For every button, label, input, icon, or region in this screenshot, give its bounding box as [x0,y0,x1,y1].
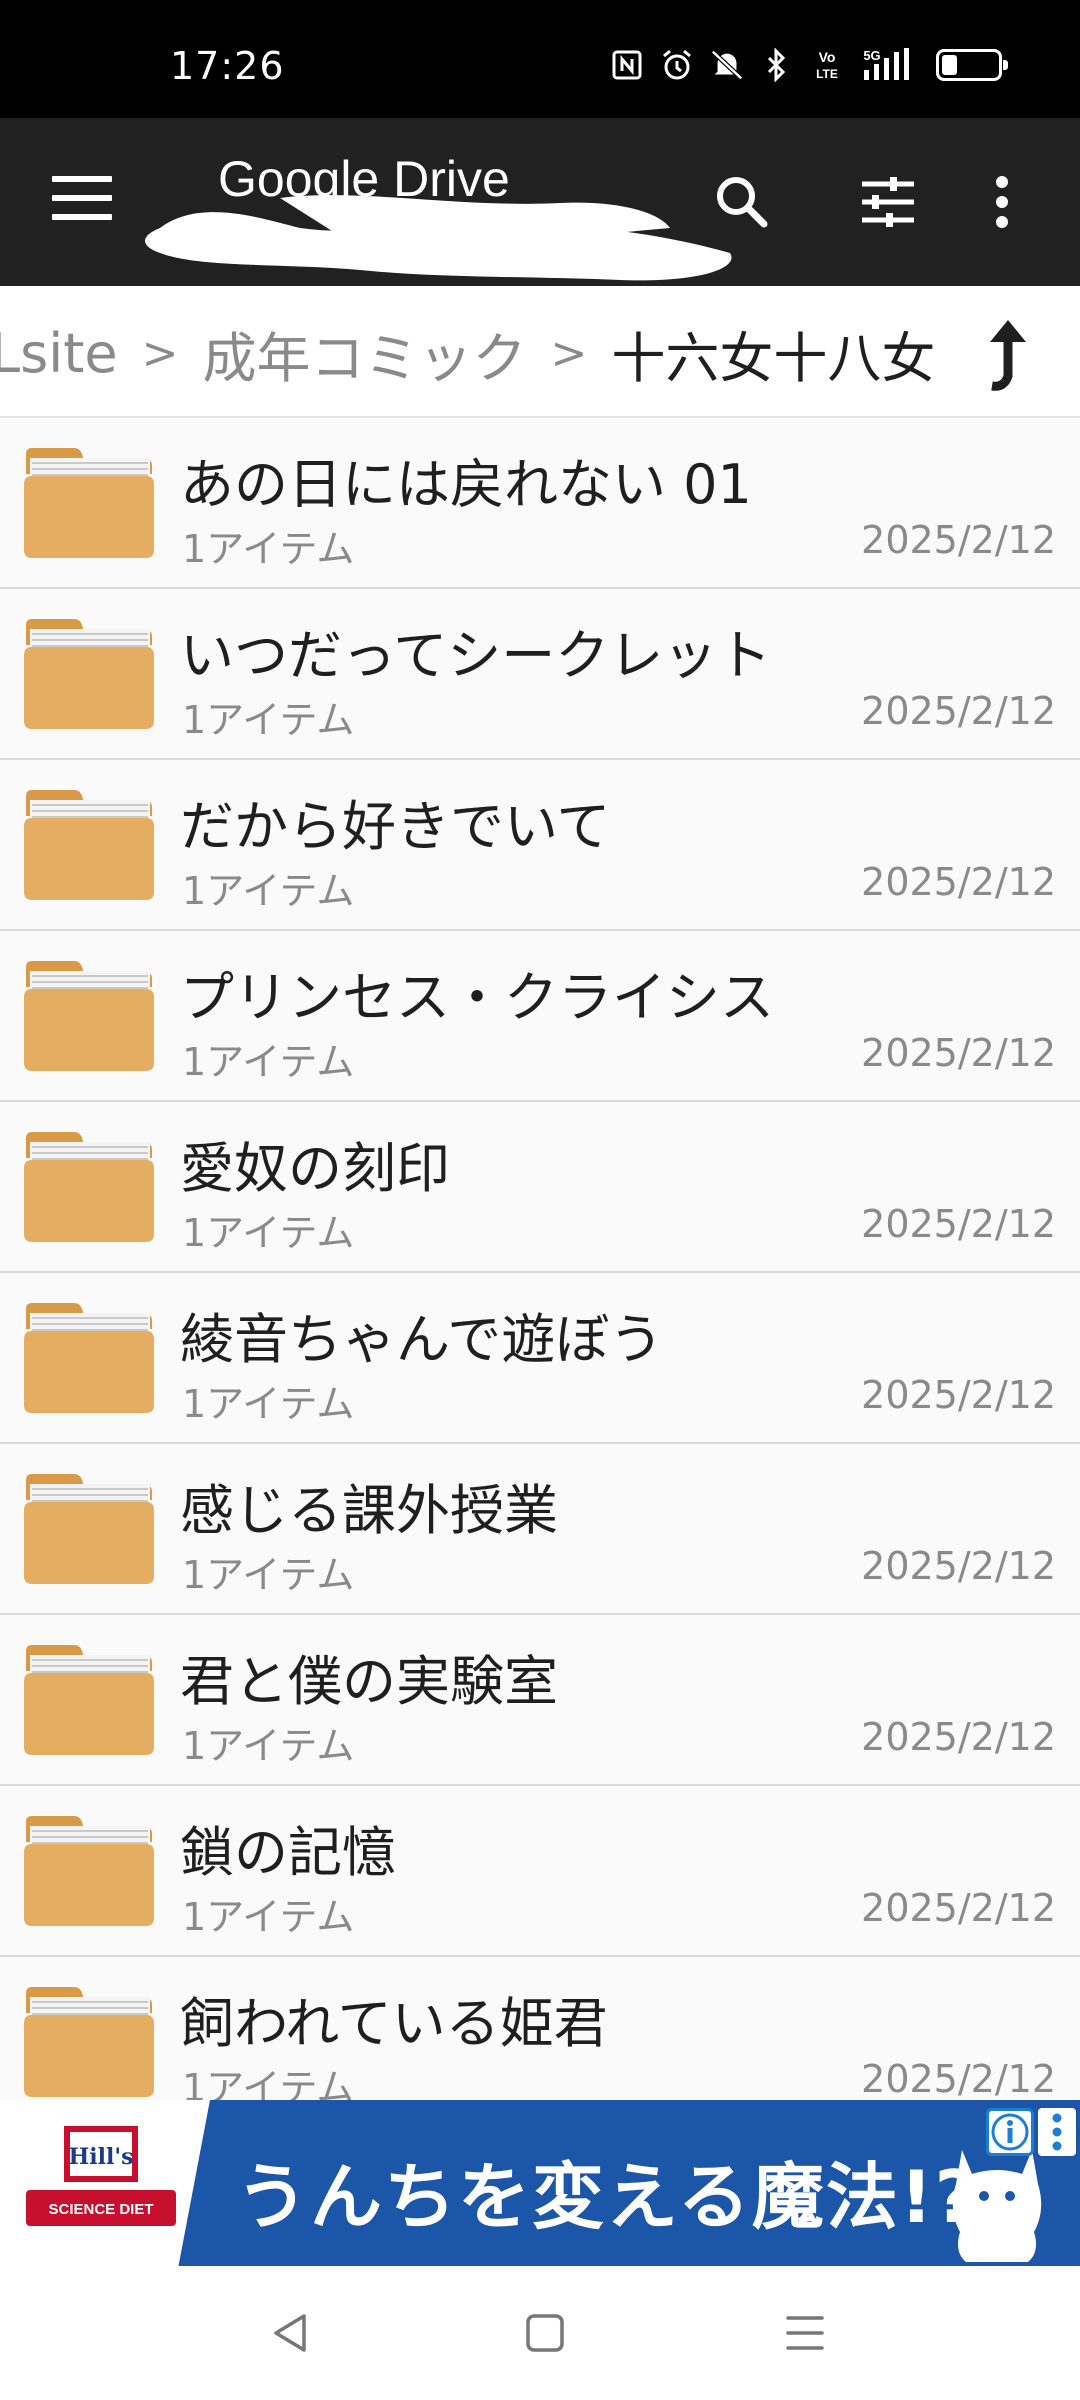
ad-brand-top: Hill's [69,2144,134,2170]
breadcrumb-item-root[interactable]: Lsite [0,322,118,385]
folder-row[interactable]: 愛奴の刻印 1アイテム 2025/2/12 [0,1102,1080,1273]
folder-name: 鎖の記憶 [180,1821,396,1884]
folder-name: だから好きでいて [180,795,611,858]
folder-name: プリンセス・クライシス [180,966,774,1029]
folder-icon [22,1812,156,1928]
svg-text:LTE: LTE [816,67,838,81]
more-vert-icon[interactable] [982,170,1022,234]
folder-row[interactable]: いつだってシークレット 1アイテム 2025/2/12 [0,589,1080,760]
folder-date: 2025/2/12 [861,1031,1056,1075]
folder-row[interactable]: 君と僕の実験室 1アイテム 2025/2/12 [0,1615,1080,1786]
folder-icon [22,1128,156,1244]
folder-date: 2025/2/12 [861,1544,1056,1588]
folder-icon [22,444,156,560]
filter-icon[interactable] [856,170,920,234]
redaction-scribble [145,195,732,281]
chevron-right-icon: > [550,328,588,379]
folder-row[interactable]: だから好きでいて 1アイテム 2025/2/12 [0,760,1080,931]
folder-item-count: 1アイテム [182,1724,355,1768]
volte-icon: Vo LTE [810,48,844,82]
menu-icon[interactable] [52,176,112,226]
status-bar: 17:26 Vo LTE 5G [0,0,1080,118]
folder-item-count: 1アイテム [182,1895,355,1939]
cat-silhouette [952,2150,1042,2262]
chevron-right-icon: > [141,328,179,379]
breadcrumb-trail: Lsite > 成年コミック > 十六女十八女 [0,314,935,393]
folder-date: 2025/2/12 [861,2057,1056,2100]
ad-brand-bottom: SCIENCE DIET [48,2201,153,2218]
folder-name: 君と僕の実験室 [180,1650,558,1713]
folder-item-count: 1アイテム [182,869,355,913]
home-icon[interactable] [520,2308,570,2358]
folder-item-count: 1アイテム [182,1211,355,1255]
mute-icon [710,48,744,82]
folder-row[interactable]: 綾音ちゃんで遊ぼう 1アイテム 2025/2/12 [0,1273,1080,1444]
folder-name: 感じる課外授業 [180,1479,558,1542]
folder-name: 飼われている姫君 [180,1992,608,2055]
folder-icon [22,615,156,731]
folder-item-count: 1アイテム [182,1382,355,1426]
search-icon[interactable] [710,170,774,234]
folder-item-count: 1アイテム [182,1553,355,1597]
folder-item-count: 1アイテム [182,1040,355,1084]
nfc-icon [610,48,644,82]
folder-row[interactable]: 感じる課外授業 1アイテム 2025/2/12 [0,1444,1080,1615]
up-arrow-icon[interactable] [968,314,1040,394]
folder-row[interactable]: あの日には戻れない 01 1アイテム 2025/2/12 [0,418,1080,589]
folder-item-count: 1アイテム [182,698,355,742]
folder-icon [22,1470,156,1586]
folder-row[interactable]: 飼われている姫君 1アイテム 2025/2/12 [0,1957,1080,2100]
folder-name: いつだってシークレット [180,624,772,687]
folder-date: 2025/2/12 [861,1715,1056,1759]
breadcrumb: Lsite > 成年コミック > 十六女十八女 [0,286,1080,418]
breadcrumb-item-parent[interactable]: 成年コミック [203,314,527,393]
status-icons: Vo LTE 5G [610,48,1008,82]
status-time: 17:26 [170,44,285,88]
hills-logo: Hill's SCIENCE DIET [26,2126,176,2226]
folder-item-count: 1アイテム [182,527,355,571]
folder-date: 2025/2/12 [861,1373,1056,1417]
back-icon[interactable] [266,2308,316,2358]
folder-icon [22,786,156,902]
ad-headline: うんちを変える魔法!? [236,2155,979,2239]
folder-icon [22,957,156,1073]
folder-date: 2025/2/12 [861,518,1056,562]
folder-name: 愛奴の刻印 [180,1137,450,1200]
folder-row[interactable]: プリンセス・クライシス 1アイテム 2025/2/12 [0,931,1080,1102]
app-bar: Google Drive [0,118,1080,286]
svg-text:5G: 5G [863,48,880,63]
folder-row[interactable]: 鎖の記憶 1アイテム 2025/2/12 [0,1786,1080,1957]
folder-list: あの日には戻れない 01 1アイテム 2025/2/12 いつだってシークレット 1アイ… [0,418,1080,2100]
svg-text:Vo: Vo [819,49,836,65]
bluetooth-icon [760,48,794,82]
alarm-icon [660,48,694,82]
recents-icon[interactable] [780,2308,830,2358]
folder-icon [22,1983,156,2099]
ad-banner[interactable]: Hill's SCIENCE DIET うんちを変える魔法!? [0,2100,1080,2266]
folder-name: 綾音ちゃんで遊ぼう [180,1308,664,1371]
ad-more-icon[interactable] [1038,2108,1076,2156]
system-nav-bar [0,2266,1080,2400]
folder-icon [22,1299,156,1415]
folder-icon [22,1641,156,1757]
folder-date: 2025/2/12 [861,689,1056,733]
folder-item-count: 1アイテム [182,2066,355,2100]
folder-date: 2025/2/12 [861,1886,1056,1930]
folder-date: 2025/2/12 [861,1202,1056,1246]
info-icon[interactable] [986,2108,1034,2156]
5g-signal-icon: 5G [860,48,914,82]
folder-date: 2025/2/12 [861,860,1056,904]
folder-name: あの日には戻れない 01 [180,453,752,516]
breadcrumb-item-current[interactable]: 十六女十八女 [611,314,935,393]
battery-icon [936,49,1008,81]
